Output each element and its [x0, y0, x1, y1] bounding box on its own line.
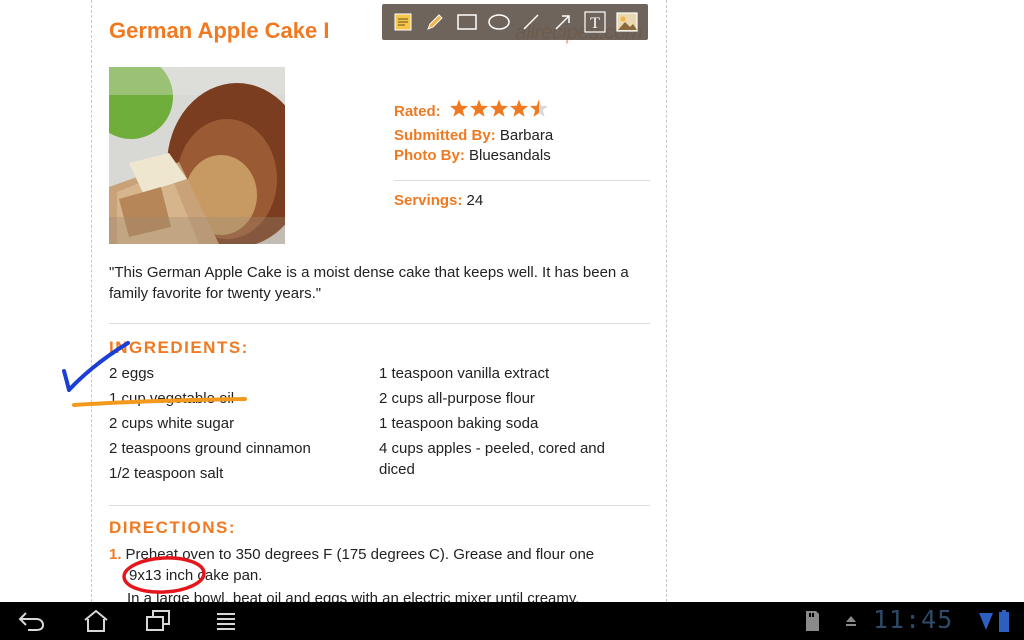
- direction-step-2-partial: In a large bowl, beat oil and eggs with …: [127, 590, 580, 602]
- line-icon[interactable]: [516, 7, 546, 37]
- ellipse-icon[interactable]: [484, 7, 514, 37]
- directions-heading: DIRECTIONS:: [109, 518, 236, 537]
- recipe-page: German Apple Cake I Rated: Submitted By:…: [0, 0, 1024, 602]
- rating-row: Rated:: [394, 99, 551, 123]
- ingredient-item: 4 cups apples - peeled, cored and diced: [379, 440, 605, 478]
- servings-value: 24: [466, 192, 484, 209]
- meta-divider: [394, 180, 650, 181]
- recipe-title: German Apple Cake I: [109, 18, 330, 43]
- annotation-toolbar: T: [382, 4, 648, 40]
- servings-row: Servings: 24: [394, 192, 483, 209]
- section-divider: [109, 505, 650, 506]
- rating-stars: [449, 99, 551, 123]
- direction-step-1: 1. Preheat oven to 350 degrees F (175 deg…: [109, 544, 629, 586]
- recipe-photo[interactable]: [109, 67, 285, 244]
- system-navigation-bar: 11:45: [0, 602, 1024, 640]
- step-text: Preheat oven to 350 degrees F (175 degre…: [125, 546, 595, 563]
- ingredient-item: 1/2 teaspoon salt: [109, 465, 224, 482]
- home-icon[interactable]: [76, 606, 116, 636]
- ingredient-item: 1 teaspoon baking soda: [379, 415, 539, 432]
- recent-apps-icon[interactable]: [138, 606, 178, 636]
- back-icon[interactable]: [12, 606, 52, 636]
- servings-label: Servings:: [394, 192, 463, 209]
- ingredients-heading: INGREDIENTS:: [109, 338, 249, 357]
- ingredients-right-list: 1 teaspoon vanilla extract 2 cups all-pu…: [379, 363, 629, 480]
- rating-star: [509, 99, 528, 117]
- submitted-by-value[interactable]: Barbara: [500, 127, 553, 144]
- ingredient-item: 2 teaspoons ground cinnamon: [109, 440, 311, 457]
- note-icon[interactable]: [388, 7, 418, 37]
- submitted-by-row: Submitted By: Barbara: [394, 127, 553, 144]
- ingredient-item: 2 cups all-purpose flour: [379, 390, 535, 407]
- rating-star: [469, 99, 488, 117]
- section-divider: [109, 323, 650, 324]
- rectangle-icon[interactable]: [452, 7, 482, 37]
- upload-icon: [846, 616, 856, 626]
- ingredient-item: 2 cups white sugar: [109, 415, 235, 432]
- menu-icon[interactable]: [206, 606, 246, 636]
- photo-by-label: Photo By:: [394, 147, 465, 164]
- ingredient-item: 2 eggs: [109, 365, 155, 382]
- pencil-icon[interactable]: [420, 7, 450, 37]
- ingredient-item: 1 cup vegetable oil: [109, 390, 235, 407]
- page-left-border: [91, 0, 92, 602]
- image-icon[interactable]: [612, 7, 642, 37]
- clock: 11:45: [873, 605, 954, 634]
- rating-star: [489, 99, 508, 117]
- arrow-icon[interactable]: [548, 7, 578, 37]
- battery-icon: [999, 610, 1009, 632]
- photo-by-row: Photo By: Bluesandals: [394, 147, 551, 164]
- rating-star: [529, 99, 548, 117]
- svg-text:T: T: [590, 15, 600, 32]
- submitted-by-label: Submitted By:: [394, 127, 496, 144]
- rated-label: Rated:: [394, 103, 441, 120]
- step-text-continued: 9x13 inch cake pan.: [129, 567, 263, 584]
- text-icon[interactable]: T: [580, 7, 610, 37]
- sd-card-icon: [806, 611, 819, 631]
- step-number: 1.: [109, 546, 122, 563]
- recipe-description: "This German Apple Cake is a moist dense…: [109, 264, 629, 302]
- photo-by-value[interactable]: Bluesandals: [469, 147, 551, 164]
- ingredients-left-list: 2 eggs 1 cup vegetable oil 2 cups white …: [109, 363, 369, 488]
- wifi-icon: [979, 613, 993, 630]
- rating-star: [449, 99, 468, 117]
- page-right-border: [666, 0, 667, 602]
- ingredient-item: 1 teaspoon vanilla extract: [379, 365, 550, 382]
